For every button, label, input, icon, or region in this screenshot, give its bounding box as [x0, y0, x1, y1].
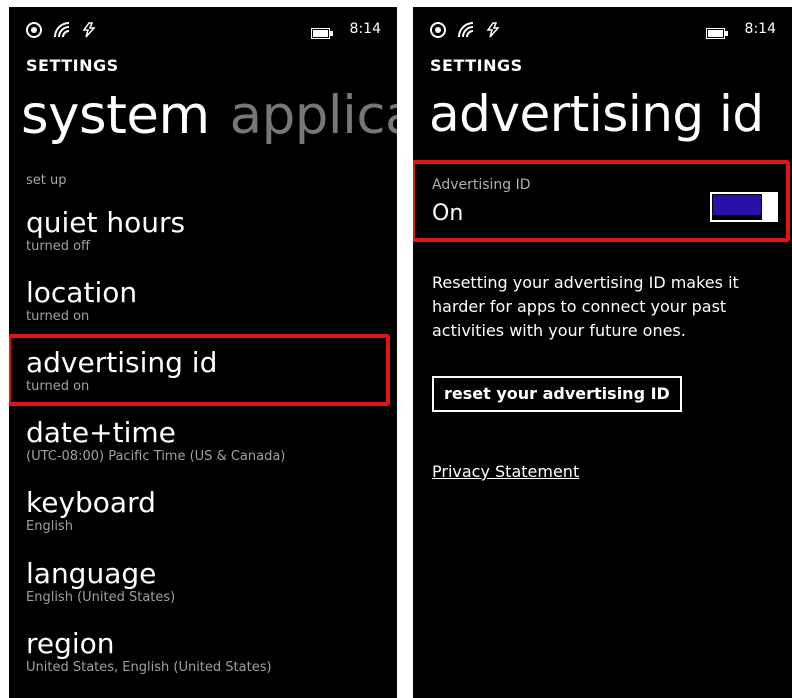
advertising-id-screen: 8:14 SETTINGS advertising id Advertising… [413, 7, 792, 698]
nfc-icon [430, 21, 446, 38]
item-title: region [26, 627, 115, 660]
item-subtitle: English [26, 519, 73, 534]
privacy-statement-link[interactable]: Privacy Statement [432, 462, 579, 481]
page-title: advertising id [429, 85, 764, 143]
signal-icon [458, 21, 474, 37]
pivot-system[interactable]: system [21, 85, 210, 146]
item-title: date+time [26, 416, 176, 449]
item-title: location [26, 276, 138, 309]
advertising-id-description: Resetting your advertising ID makes it h… [432, 273, 739, 340]
list-item-location[interactable]: location turned on [26, 277, 387, 325]
status-bar: 8:14 [430, 19, 776, 43]
item-title: keyboard [26, 486, 156, 519]
reset-advertising-id-button[interactable]: reset your advertising ID [432, 376, 682, 412]
list-item-date-time[interactable]: date+time (UTC-08:00) Pacific Time (US &… [26, 417, 387, 465]
highlight-advertising-toggle [413, 160, 790, 242]
settings-system-screen: 8:14 SETTINGS system applicat set up quie… [9, 7, 397, 698]
section-label-setup: set up [26, 173, 67, 188]
status-time: 8:14 [349, 21, 381, 37]
data-icon [82, 21, 96, 37]
list-item-quiet-hours[interactable]: quiet hours turned off [26, 207, 387, 255]
item-subtitle: United States, English (United States) [26, 660, 272, 675]
item-title: language [26, 557, 157, 590]
pivot-header: system applicat [21, 85, 397, 146]
item-subtitle: turned off [26, 239, 90, 254]
highlight-advertising-id [9, 334, 390, 406]
item-subtitle: English (United States) [26, 590, 176, 605]
item-subtitle: turned on [26, 309, 90, 324]
settings-header: SETTINGS [26, 56, 119, 75]
settings-header: SETTINGS [430, 56, 523, 75]
status-bar: 8:14 [26, 19, 381, 43]
item-title: quiet hours [26, 206, 186, 239]
nfc-icon [26, 21, 42, 38]
signal-icon [54, 21, 70, 37]
battery-icon [311, 28, 333, 39]
pivot-applications[interactable]: applicat [230, 85, 397, 146]
battery-icon [706, 28, 728, 39]
list-item-language[interactable]: language English (United States) [26, 558, 387, 606]
list-item-region[interactable]: region United States, English (United St… [26, 628, 387, 676]
item-subtitle: (UTC-08:00) Pacific Time (US & Canada) [26, 449, 286, 464]
data-icon [486, 21, 500, 37]
list-item-keyboard[interactable]: keyboard English [26, 487, 387, 535]
status-time: 8:14 [744, 21, 776, 37]
